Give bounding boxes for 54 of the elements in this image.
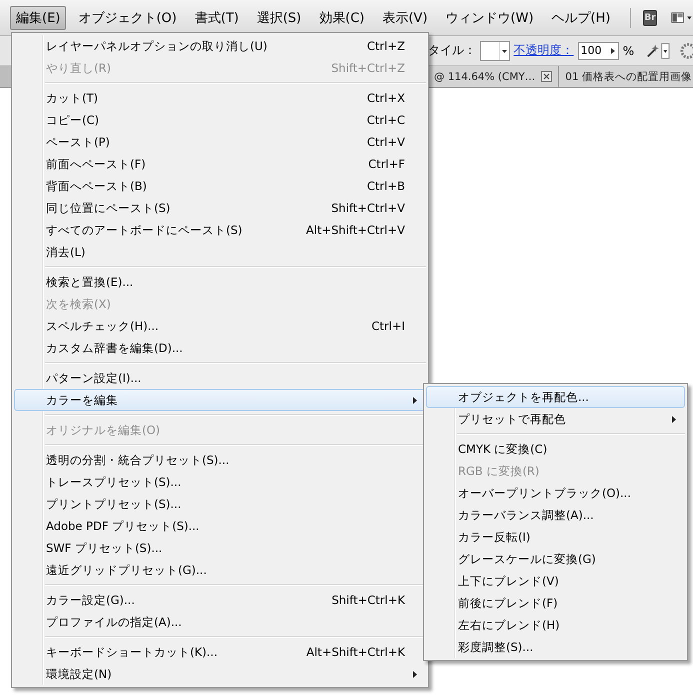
menu-item[interactable]: 左右にブレンド(H) (426, 614, 685, 636)
menu-item[interactable]: スペルチェック(H)... Ctrl+I (14, 315, 426, 337)
menu-bar-item[interactable]: ヘルプ(H) (546, 6, 616, 30)
menu-item[interactable]: 同じ位置にペースト(S) Shift+Ctrl+V (14, 197, 426, 219)
menu-item[interactable]: 上下にブレンド(V) (426, 570, 685, 592)
menu-item[interactable]: トレースプリセット(S)... (14, 471, 426, 493)
percent-label: % (622, 44, 634, 58)
menu-item[interactable]: プリントプリセット(S)... (14, 493, 426, 515)
menu-bar-item[interactable]: 書式(T) (188, 6, 245, 30)
menu-item[interactable]: カラーバランス調整(A)... (426, 504, 685, 526)
menu-item[interactable]: パターン設定(I)... (14, 367, 426, 389)
menu-item[interactable]: すべてのアートボードにペースト(S) Alt+Shift+Ctrl+V (14, 219, 426, 241)
dropdown-arrow-icon[interactable] (498, 42, 509, 60)
menu-item[interactable]: 透明の分割・統合プリセット(S)... (14, 449, 426, 471)
gear-icon[interactable] (680, 42, 693, 60)
menu-item[interactable]: カット(T) Ctrl+X (14, 87, 426, 109)
menu-item[interactable]: オーバープリントブラック(O)... (426, 482, 685, 504)
menu-bar-item[interactable]: オブジェクト(O) (72, 6, 183, 30)
menu-item[interactable]: オブジェクトを再配色... (426, 386, 685, 408)
menu-item[interactable]: SWF プリセット(S)... (14, 537, 426, 559)
stepper-arrow-icon[interactable] (610, 46, 616, 54)
document-tab[interactable]: 01 価格表への配置用画像 (559, 66, 693, 87)
menu-item[interactable]: カラーを編集 (14, 389, 426, 411)
menu-bar-item[interactable]: 編集(E) (10, 6, 66, 30)
menu-bar-item[interactable]: ウィンドウ(W) (440, 6, 540, 30)
menu-item[interactable]: ペースト(P) Ctrl+V (14, 131, 426, 153)
menu-item[interactable]: 前後にブレンド(F) (426, 592, 685, 614)
menu-item[interactable]: カラー反転(I) (426, 526, 685, 548)
menu-item[interactable]: グレースケールに変換(G) (426, 548, 685, 570)
menu-item[interactable]: 彩度調整(S)... (426, 636, 685, 658)
opacity-field[interactable]: 100 (578, 42, 619, 60)
opacity-link[interactable]: 不透明度： (514, 42, 574, 59)
menu-item[interactable]: カラー設定(G)... Shift+Ctrl+K (14, 589, 426, 611)
workspace-layout-icon[interactable] (670, 10, 693, 26)
menu-bar-item[interactable]: 効果(C) (313, 6, 370, 30)
menu-item[interactable]: キーボードショートカット(K)... Alt+Shift+Ctrl+K (14, 641, 426, 663)
menu-bar-item[interactable]: 表示(V) (376, 6, 434, 30)
wand-tool-icon[interactable] (646, 42, 670, 60)
menu-item[interactable]: プリセットで再配色 (426, 408, 685, 430)
style-label: タイル： (428, 42, 476, 59)
menu-item[interactable]: コピー(C) Ctrl+C (14, 109, 426, 131)
menu-item[interactable]: Adobe PDF プリセット(S)... (14, 515, 426, 537)
menu-item[interactable]: プロファイルの指定(A)... (14, 611, 426, 633)
menu-bar-item[interactable]: 選択(S) (250, 6, 308, 30)
menu-item[interactable]: 環境設定(N) (14, 663, 426, 685)
menu-item[interactable]: 前面へペースト(F) Ctrl+F (14, 153, 426, 175)
bridge-button[interactable]: Br (643, 10, 657, 26)
menu-item[interactable]: カスタム辞書を編集(D)... (14, 337, 426, 359)
menu-item[interactable]: 消去(L) (14, 241, 426, 263)
menu-item[interactable]: CMYK に変換(C) (426, 438, 685, 460)
menu-item[interactable]: 背面へペースト(B) Ctrl+B (14, 175, 426, 197)
menu-item[interactable]: レイヤーパネルオプションの取り消し(U) Ctrl+Z (14, 35, 426, 57)
menu-item[interactable]: 検索と置換(E)... (14, 271, 426, 293)
menu-item[interactable]: 遠近グリッドプリセット(G)... (14, 559, 426, 581)
